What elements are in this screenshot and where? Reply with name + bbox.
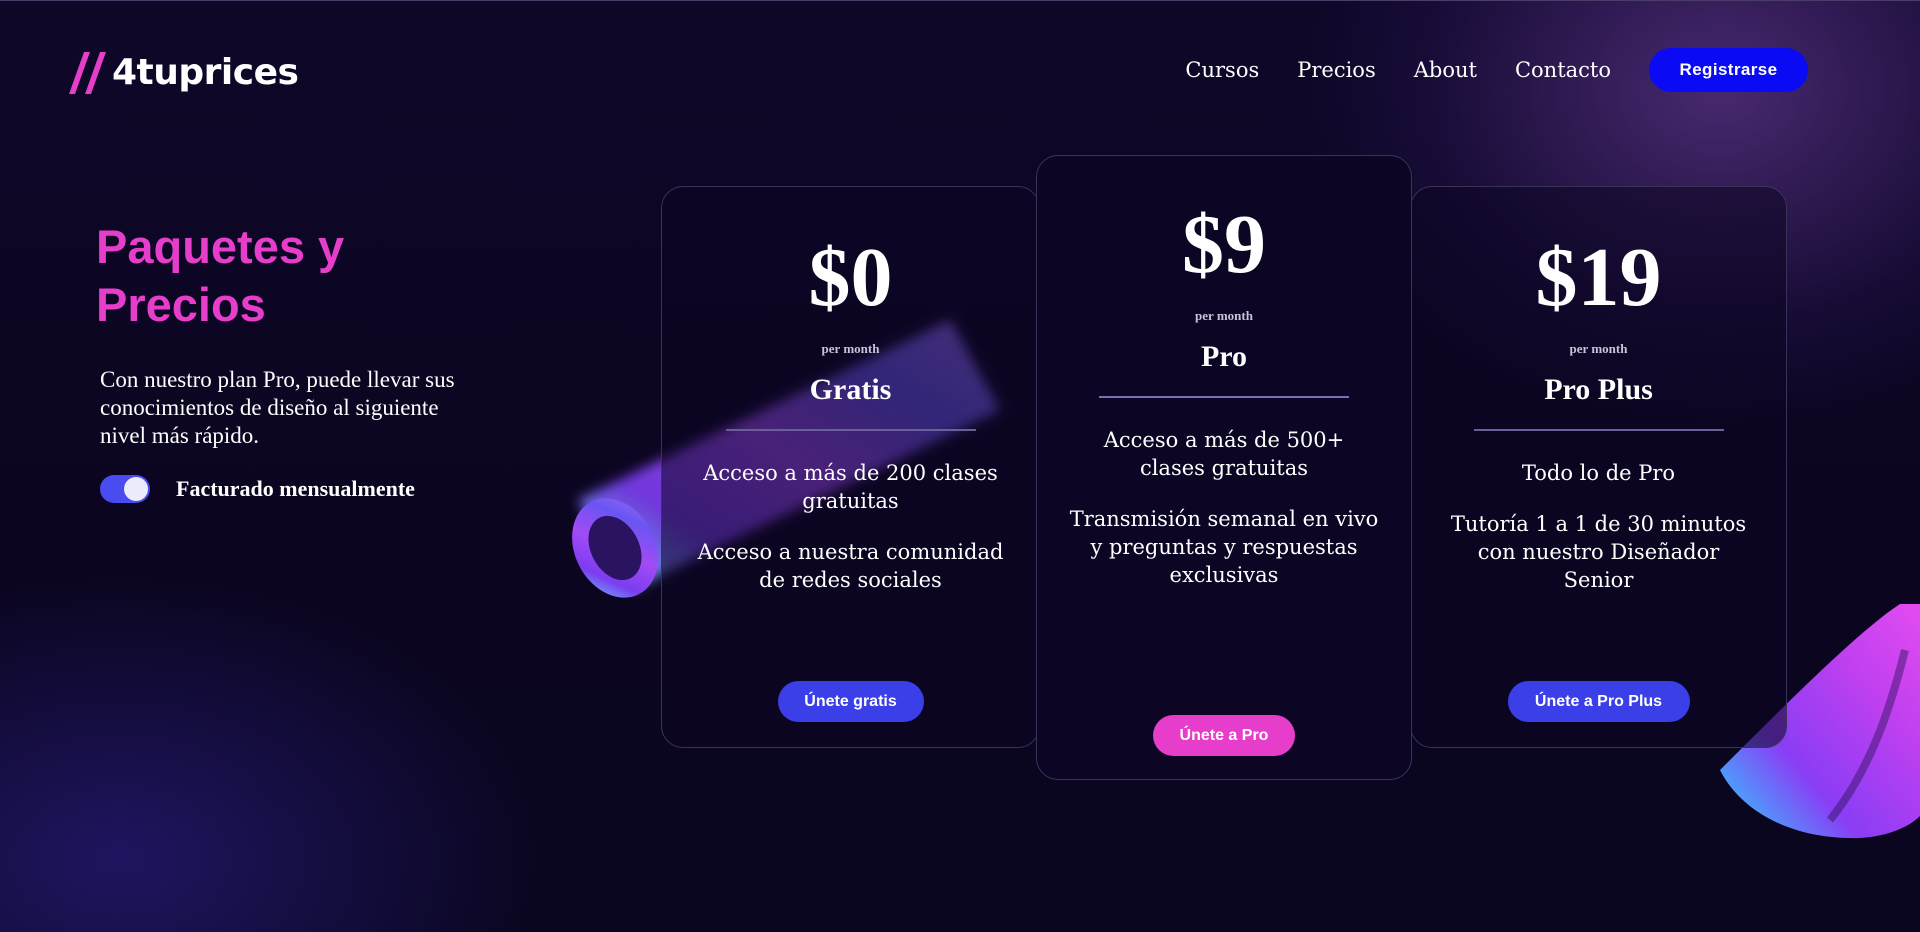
plan-divider [1099,396,1349,398]
main-nav: Cursos Precios About Contacto Registrars… [1185,48,1808,92]
billing-toggle-label: Facturado mensualmente [176,476,415,501]
join-pro-button[interactable]: Únete a Pro [1153,715,1295,756]
join-pro-plus-button[interactable]: Únete a Pro Plus [1507,681,1690,722]
plan-card-gratis: $0 per month Gratis Acceso a más de 200 … [661,186,1040,748]
top-border [0,0,1920,1]
plan-price: $9 [1182,198,1266,291]
nav-link-precios[interactable]: Precios [1297,58,1376,82]
plan-period: per month [1195,308,1253,323]
register-button[interactable]: Registrarse [1649,48,1808,92]
logo-text: 4tuprices [112,51,299,93]
toggle-knob [124,477,148,501]
plan-feature: Acceso a nuestra comunidad de redes soci… [697,540,1004,592]
plan-divider [725,429,976,431]
nav-link-about[interactable]: About [1414,58,1477,82]
nav-link-cursos[interactable]: Cursos [1185,58,1259,82]
plan-feature: Transmisión semanal en vivo y preguntas … [1069,507,1379,587]
join-gratis-button[interactable]: Únete gratis [777,681,924,722]
billing-toggle-row: Facturado mensualmente [100,475,415,503]
plan-feature: Acceso a más de 500+ clases gratuitas [1103,428,1345,480]
plan-feature: Acceso a más de 200 clases gratuitas [703,461,998,513]
plan-price: $19 [1535,231,1662,324]
logo-slashes-icon [69,52,106,94]
plan-price: $0 [808,231,893,324]
plan-name: Gratis [809,373,892,406]
plan-feature: Tutoría 1 a 1 de 30 minutos con nuestro … [1450,512,1747,592]
intro-text: Con nuestro plan Pro, puede llevar sus c… [100,367,455,448]
plan-card-pro: $9 per month Pro Acceso a más de 500+ cl… [1036,155,1412,780]
plan-feature: Todo lo de Pro [1521,461,1676,485]
billing-toggle[interactable] [100,475,150,503]
nav-link-contacto[interactable]: Contacto [1515,58,1611,82]
plan-period: per month [821,341,880,356]
plan-divider [1473,429,1724,431]
plan-period: per month [1569,341,1628,356]
plan-name: Pro Plus [1544,373,1653,406]
plan-name: Pro [1200,340,1248,373]
logo[interactable]: 4tuprices [68,48,299,96]
plan-card-pro-plus: $19 per month Pro Plus Todo lo de Pro Tu… [1410,186,1787,748]
page-title: Paquetes y Precios [96,220,345,331]
